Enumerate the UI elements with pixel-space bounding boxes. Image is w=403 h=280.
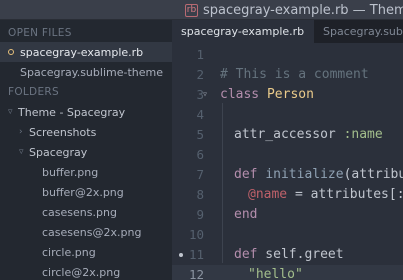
file-item[interactable]: buffer.png: [0, 162, 172, 182]
folder-theme-spacegray[interactable]: ▿ Theme - Spacegray: [0, 102, 172, 122]
line-number: 12: [188, 267, 204, 280]
window-title-group: rb spacegray-example.rb — Theme -: [185, 1, 403, 19]
file-label: circle.png: [42, 245, 96, 259]
fold-chevron-icon[interactable]: ▿: [202, 85, 208, 105]
code-text: attr_accessor :name: [234, 125, 383, 145]
file-item[interactable]: circle@2x.png: [0, 262, 172, 280]
folder-label: Screenshots: [29, 125, 97, 139]
code-rest: = attributes[:na: [294, 187, 403, 202]
file-item[interactable]: buffer@2x.png: [0, 182, 172, 202]
file-label: buffer.png: [42, 165, 99, 179]
code-text: @name = attributes[:na: [248, 185, 403, 205]
open-files-header: OPEN FILES: [8, 27, 72, 39]
class-name: Person: [266, 87, 314, 102]
keyword: class: [220, 87, 260, 102]
tab-bar: spacegray-example.rb Spacegray.sublim: [172, 20, 403, 43]
line-number: 11: [188, 247, 204, 262]
folders-header: FOLDERS: [8, 86, 59, 98]
sidebar: OPEN FILES spacegray-example.rb Spacegra…: [0, 20, 172, 280]
ruby-file-icon: rb: [185, 3, 198, 17]
line-number: 1: [196, 47, 204, 62]
chevron-down-icon[interactable]: ▿: [8, 107, 18, 117]
code-line: 10: [172, 225, 403, 245]
tab-spacegray-theme[interactable]: Spacegray.sublim: [315, 20, 403, 43]
string-literal: "hello": [248, 267, 303, 280]
line-number: 9: [196, 207, 204, 222]
code-line: 3 ▿ class Person: [172, 85, 403, 105]
chevron-right-icon[interactable]: ›: [19, 127, 29, 137]
method-call: attr_accessor: [234, 127, 336, 142]
code-rest: (attribute: [343, 167, 403, 182]
tab-spacegray-example[interactable]: spacegray-example.rb: [172, 20, 314, 43]
line-number: 3: [196, 87, 204, 102]
code-line: 7 def initialize(attribute: [172, 165, 403, 185]
open-file-spacegray-theme[interactable]: Spacegray.sublime-theme: [0, 62, 172, 82]
folder-spacegray[interactable]: ▿ Spacegray: [0, 142, 172, 162]
line-number: 8: [196, 187, 204, 202]
line-number: 2: [196, 67, 204, 82]
code-rest: self.greet: [257, 247, 344, 262]
code-line: 4: [172, 105, 403, 125]
open-file-label: spacegray-example.rb: [20, 45, 144, 59]
code-line: 8 @name = attributes[:na: [172, 185, 403, 205]
file-item[interactable]: casesens@2x.png: [0, 222, 172, 242]
folder-label: Spacegray: [29, 145, 88, 159]
line-number: 7: [196, 167, 204, 182]
title-bar: rb spacegray-example.rb — Theme -: [0, 0, 403, 20]
unsaved-dot-icon: [8, 49, 14, 55]
tab-label: spacegray-example.rb: [181, 25, 305, 38]
code-editor[interactable]: 1 2 # This is a comment 3 ▿ class Person…: [172, 43, 403, 280]
open-file-spacegray-example[interactable]: spacegray-example.rb: [0, 42, 172, 62]
file-label: circle@2x.png: [42, 265, 121, 279]
file-label: casesens@2x.png: [42, 225, 142, 239]
tab-label: Spacegray.sublim: [323, 25, 403, 38]
line-number: 10: [188, 227, 204, 242]
folder-screenshots[interactable]: › Screenshots: [0, 122, 172, 142]
code-line: 6: [172, 145, 403, 165]
instance-variable: @name: [248, 187, 288, 202]
keyword: def: [234, 167, 258, 182]
file-label: buffer@2x.png: [42, 185, 124, 199]
code-text: def initialize(attribute: [234, 165, 403, 185]
code-line: 5 attr_accessor :name: [172, 125, 403, 145]
line-number: 6: [196, 147, 204, 162]
code-text: def self.greet: [234, 245, 344, 265]
symbol: :name: [343, 127, 383, 142]
code-line: 1: [172, 45, 403, 65]
folder-label: Theme - Spacegray: [18, 105, 126, 119]
file-item[interactable]: casesens.png: [0, 202, 172, 222]
comment-text: # This is a comment: [220, 67, 369, 82]
function-name: initialize: [265, 167, 344, 182]
file-label: casesens.png: [42, 205, 117, 219]
code-line: 11 def self.greet: [172, 245, 403, 265]
chevron-down-icon[interactable]: ▿: [19, 147, 29, 157]
open-file-label: Spacegray.sublime-theme: [20, 65, 163, 79]
window-title: spacegray-example.rb — Theme -: [203, 2, 403, 18]
line-number: 4: [196, 107, 204, 122]
code-text: class Person: [220, 85, 314, 105]
code-line: 2 # This is a comment: [172, 65, 403, 85]
line-number: 5: [196, 127, 204, 142]
keyword: def: [234, 247, 258, 262]
keyword: end: [234, 207, 258, 222]
code-line: 9 end: [172, 205, 403, 225]
file-item[interactable]: circle.png: [0, 242, 172, 262]
code-line-current: 12 "hello": [172, 265, 403, 280]
